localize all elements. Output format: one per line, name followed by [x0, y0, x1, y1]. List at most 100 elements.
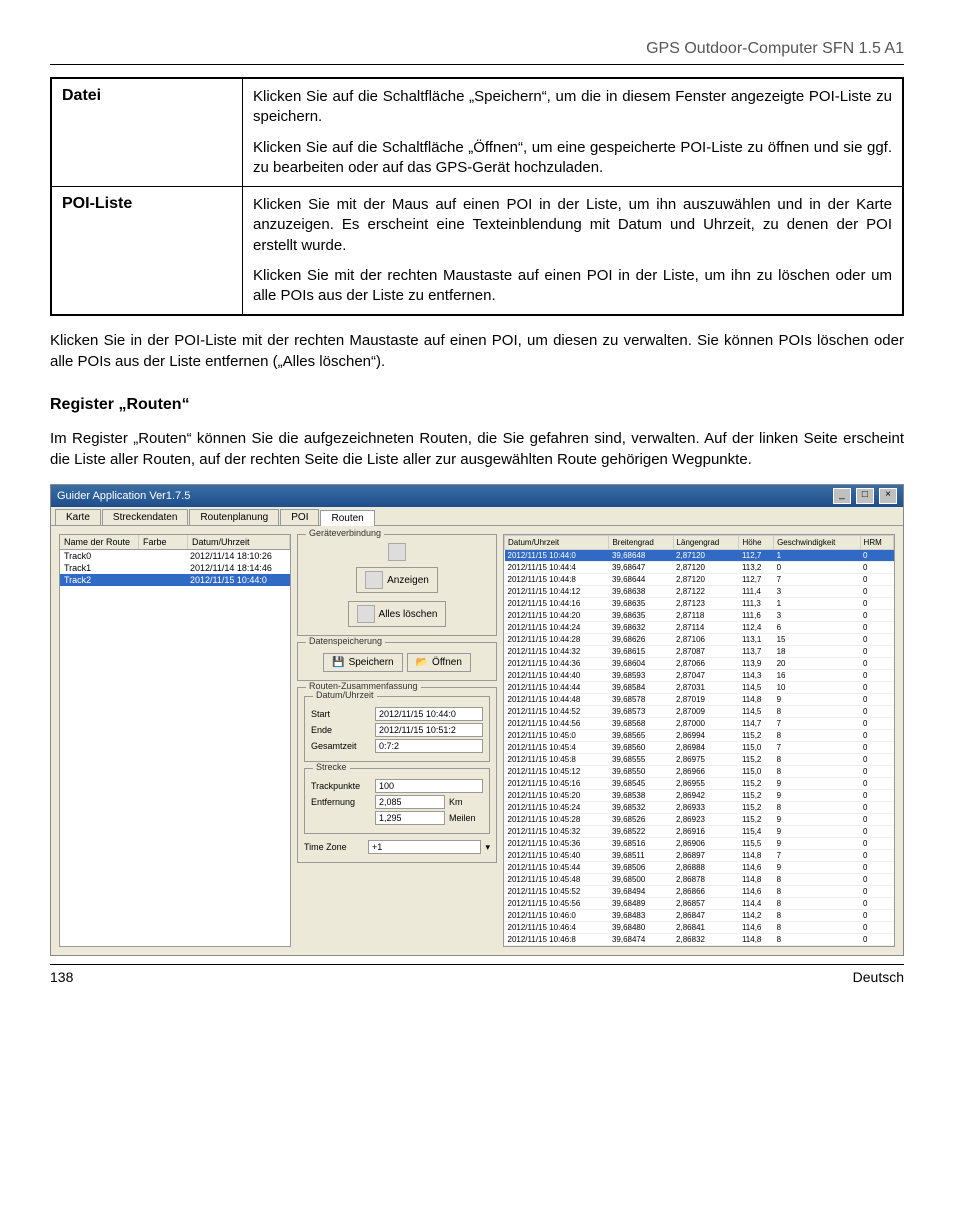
waypoint-row[interactable]: 2012/11/15 10:44:5239,685732,87009114,58… [505, 706, 894, 718]
waypoint-row[interactable]: 2012/11/15 10:44:1639,686352,87123111,31… [505, 598, 894, 610]
waypoint-row[interactable]: 2012/11/15 10:45:2439,685322,86933115,28… [505, 802, 894, 814]
minimize-icon[interactable]: _ [833, 488, 851, 504]
page-header: GPS Outdoor-Computer SFN 1.5 A1 [50, 40, 904, 65]
waypoint-row[interactable]: 2012/11/15 10:44:1239,686382,87122111,43… [505, 586, 894, 598]
waypoint-row[interactable]: 2012/11/15 10:44:3639,686042,87066113,92… [505, 658, 894, 670]
app-screenshot: Guider Application Ver1.7.5 _ □ × KarteS… [50, 484, 904, 956]
waypoint-row[interactable]: 2012/11/15 10:46:039,684832,86847114,280 [505, 910, 894, 922]
gesamtzeit-label: Gesamtzeit [311, 741, 371, 751]
button-label: Speichern [349, 657, 394, 668]
oeffnen-button[interactable]: 📂 Öffnen [407, 653, 471, 672]
device-connection-group: Geräteverbindung Anzeigen Alles löschen [297, 534, 497, 636]
tab-poi[interactable]: POI [280, 509, 319, 525]
button-label: Öffnen [432, 657, 462, 668]
waypoint-row[interactable]: 2012/11/15 10:45:2839,685262,86923115,29… [505, 814, 894, 826]
waypoint-row[interactable]: 2012/11/15 10:44:039,686482,87120112,710 [505, 550, 894, 562]
ende-label: Ende [311, 725, 371, 735]
definition-desc: Klicken Sie auf die Schaltfläche „Speich… [243, 78, 904, 187]
button-label: Anzeigen [387, 575, 429, 586]
waypoint-table-pane: Datum/UhrzeitBreitengradLängengradHöheGe… [503, 534, 895, 947]
waypoint-row[interactable]: 2012/11/15 10:45:1239,685502,86966115,08… [505, 766, 894, 778]
waypoint-row[interactable]: 2012/11/15 10:45:3239,685222,86916115,49… [505, 826, 894, 838]
alles-loeschen-button[interactable]: Alles löschen [348, 601, 447, 627]
waypoint-row[interactable]: 2012/11/15 10:44:2039,686352,87118111,63… [505, 610, 894, 622]
section-heading: Register „Routen“ [50, 396, 904, 414]
timezone-value[interactable]: +1 [368, 840, 481, 854]
waypoint-row[interactable]: 2012/11/15 10:44:2439,686322,87114112,46… [505, 622, 894, 634]
waypoint-row[interactable]: 2012/11/15 10:44:839,686442,87120112,770 [505, 574, 894, 586]
group-title: Datenspeicherung [306, 636, 385, 646]
waypoint-row[interactable]: 2012/11/15 10:44:3239,686152,87087113,71… [505, 646, 894, 658]
meilen-unit: Meilen [449, 813, 483, 823]
waypoint-row[interactable]: 2012/11/15 10:45:3639,685162,86906115,59… [505, 838, 894, 850]
column-header[interactable]: Datum/Uhrzeit [188, 535, 290, 549]
entfernung-label: Entfernung [311, 797, 371, 807]
tab-routenplanung[interactable]: Routenplanung [189, 509, 279, 525]
column-header[interactable]: HRM [860, 536, 893, 550]
page-language: Deutsch [853, 969, 904, 985]
waypoint-row[interactable]: 2012/11/15 10:45:5639,684892,86857114,48… [505, 898, 894, 910]
ende-value: 2012/11/15 10:51:2 [375, 723, 483, 737]
waypoint-row[interactable]: 2012/11/15 10:45:039,685652,86994115,280 [505, 730, 894, 742]
waypoint-row[interactable]: 2012/11/15 10:45:5239,684942,86866114,68… [505, 886, 894, 898]
route-row[interactable]: Track12012/11/14 18:14:46 [60, 562, 290, 574]
waypoint-row[interactable]: 2012/11/15 10:44:4439,685842,87031114,51… [505, 682, 894, 694]
waypoint-row[interactable]: 2012/11/15 10:45:439,685602,86984115,070 [505, 742, 894, 754]
middle-panel: Geräteverbindung Anzeigen Alles löschen … [297, 534, 497, 947]
group-title: Strecke [313, 762, 350, 772]
route-list[interactable]: Name der RouteFarbeDatum/Uhrzeit Track02… [59, 534, 291, 947]
device-icon [388, 543, 406, 561]
tab-streckendaten[interactable]: Streckendaten [102, 509, 189, 525]
waypoint-row[interactable]: 2012/11/15 10:44:5639,685682,87000114,77… [505, 718, 894, 730]
tab-karte[interactable]: Karte [55, 509, 101, 525]
definition-table: DateiKlicken Sie auf die Schaltfläche „S… [50, 77, 904, 316]
section-body-text: Im Register „Routen“ können Sie die aufg… [50, 428, 904, 470]
waypoint-row[interactable]: 2012/11/15 10:46:839,684742,86832114,880 [505, 934, 894, 946]
data-storage-group: Datenspeicherung 💾 Speichern 📂 Öffnen [297, 642, 497, 681]
dropdown-icon[interactable]: ▾ [485, 842, 490, 853]
list-icon [365, 571, 383, 589]
close-icon[interactable]: × [879, 488, 897, 504]
start-value: 2012/11/15 10:44:0 [375, 707, 483, 721]
column-header[interactable]: Farbe [139, 535, 188, 549]
route-row[interactable]: Track22012/11/15 10:44:0 [60, 574, 290, 586]
column-header[interactable]: Datum/Uhrzeit [505, 536, 609, 550]
page-footer: 138 Deutsch [50, 964, 904, 985]
entfernung-mi-value: 1,295 [375, 811, 445, 825]
waypoint-row[interactable]: 2012/11/15 10:45:839,685552,86975115,280 [505, 754, 894, 766]
waypoint-row[interactable]: 2012/11/15 10:45:4039,685112,86897114,87… [505, 850, 894, 862]
trackpunkte-label: Trackpunkte [311, 781, 371, 791]
waypoint-row[interactable]: 2012/11/15 10:44:2839,686262,87106113,11… [505, 634, 894, 646]
waypoint-row[interactable]: 2012/11/15 10:44:4839,685782,87019114,89… [505, 694, 894, 706]
strecke-subgroup: Strecke Trackpunkte 100 Entfernung 2,085… [304, 768, 490, 834]
waypoint-row[interactable]: 2012/11/15 10:46:439,684802,86841114,680 [505, 922, 894, 934]
window-title-bar: Guider Application Ver1.7.5 _ □ × [51, 485, 903, 507]
waypoint-row[interactable]: 2012/11/15 10:44:4039,685932,87047114,31… [505, 670, 894, 682]
waypoint-row[interactable]: 2012/11/15 10:45:1639,685452,86955115,29… [505, 778, 894, 790]
km-unit: Km [449, 797, 483, 807]
button-label: Alles löschen [379, 609, 438, 620]
column-header[interactable]: Name der Route [60, 535, 139, 549]
waypoint-row[interactable]: 2012/11/15 10:44:439,686472,87120113,200 [505, 562, 894, 574]
tab-routen[interactable]: Routen [320, 510, 374, 526]
column-header[interactable]: Geschwindigkeit [774, 536, 860, 550]
waypoint-table[interactable]: Datum/UhrzeitBreitengradLängengradHöheGe… [504, 535, 894, 946]
route-row[interactable]: Track02012/11/14 18:10:26 [60, 550, 290, 562]
column-header[interactable]: Längengrad [673, 536, 739, 550]
waypoint-row[interactable]: 2012/11/15 10:45:4439,685062,86888114,69… [505, 862, 894, 874]
anzeigen-button[interactable]: Anzeigen [356, 567, 438, 593]
definition-desc: Klicken Sie mit der Maus auf einen POI i… [243, 187, 904, 316]
page-number: 138 [50, 969, 73, 985]
definition-term: Datei [51, 78, 243, 187]
speichern-button[interactable]: 💾 Speichern [323, 653, 402, 672]
column-header[interactable]: Höhe [739, 536, 774, 550]
maximize-icon[interactable]: □ [856, 488, 874, 504]
waypoint-row[interactable]: 2012/11/15 10:45:4839,685002,86878114,88… [505, 874, 894, 886]
column-header[interactable]: Breitengrad [609, 536, 673, 550]
window-buttons: _ □ × [831, 488, 897, 504]
entfernung-km-value: 2,085 [375, 795, 445, 809]
timezone-label: Time Zone [304, 842, 364, 852]
datetime-subgroup: Datum/Uhrzeit Start 2012/11/15 10:44:0 E… [304, 696, 490, 762]
waypoint-row[interactable]: 2012/11/15 10:45:2039,685382,86942115,29… [505, 790, 894, 802]
open-icon: 📂 [416, 657, 428, 668]
